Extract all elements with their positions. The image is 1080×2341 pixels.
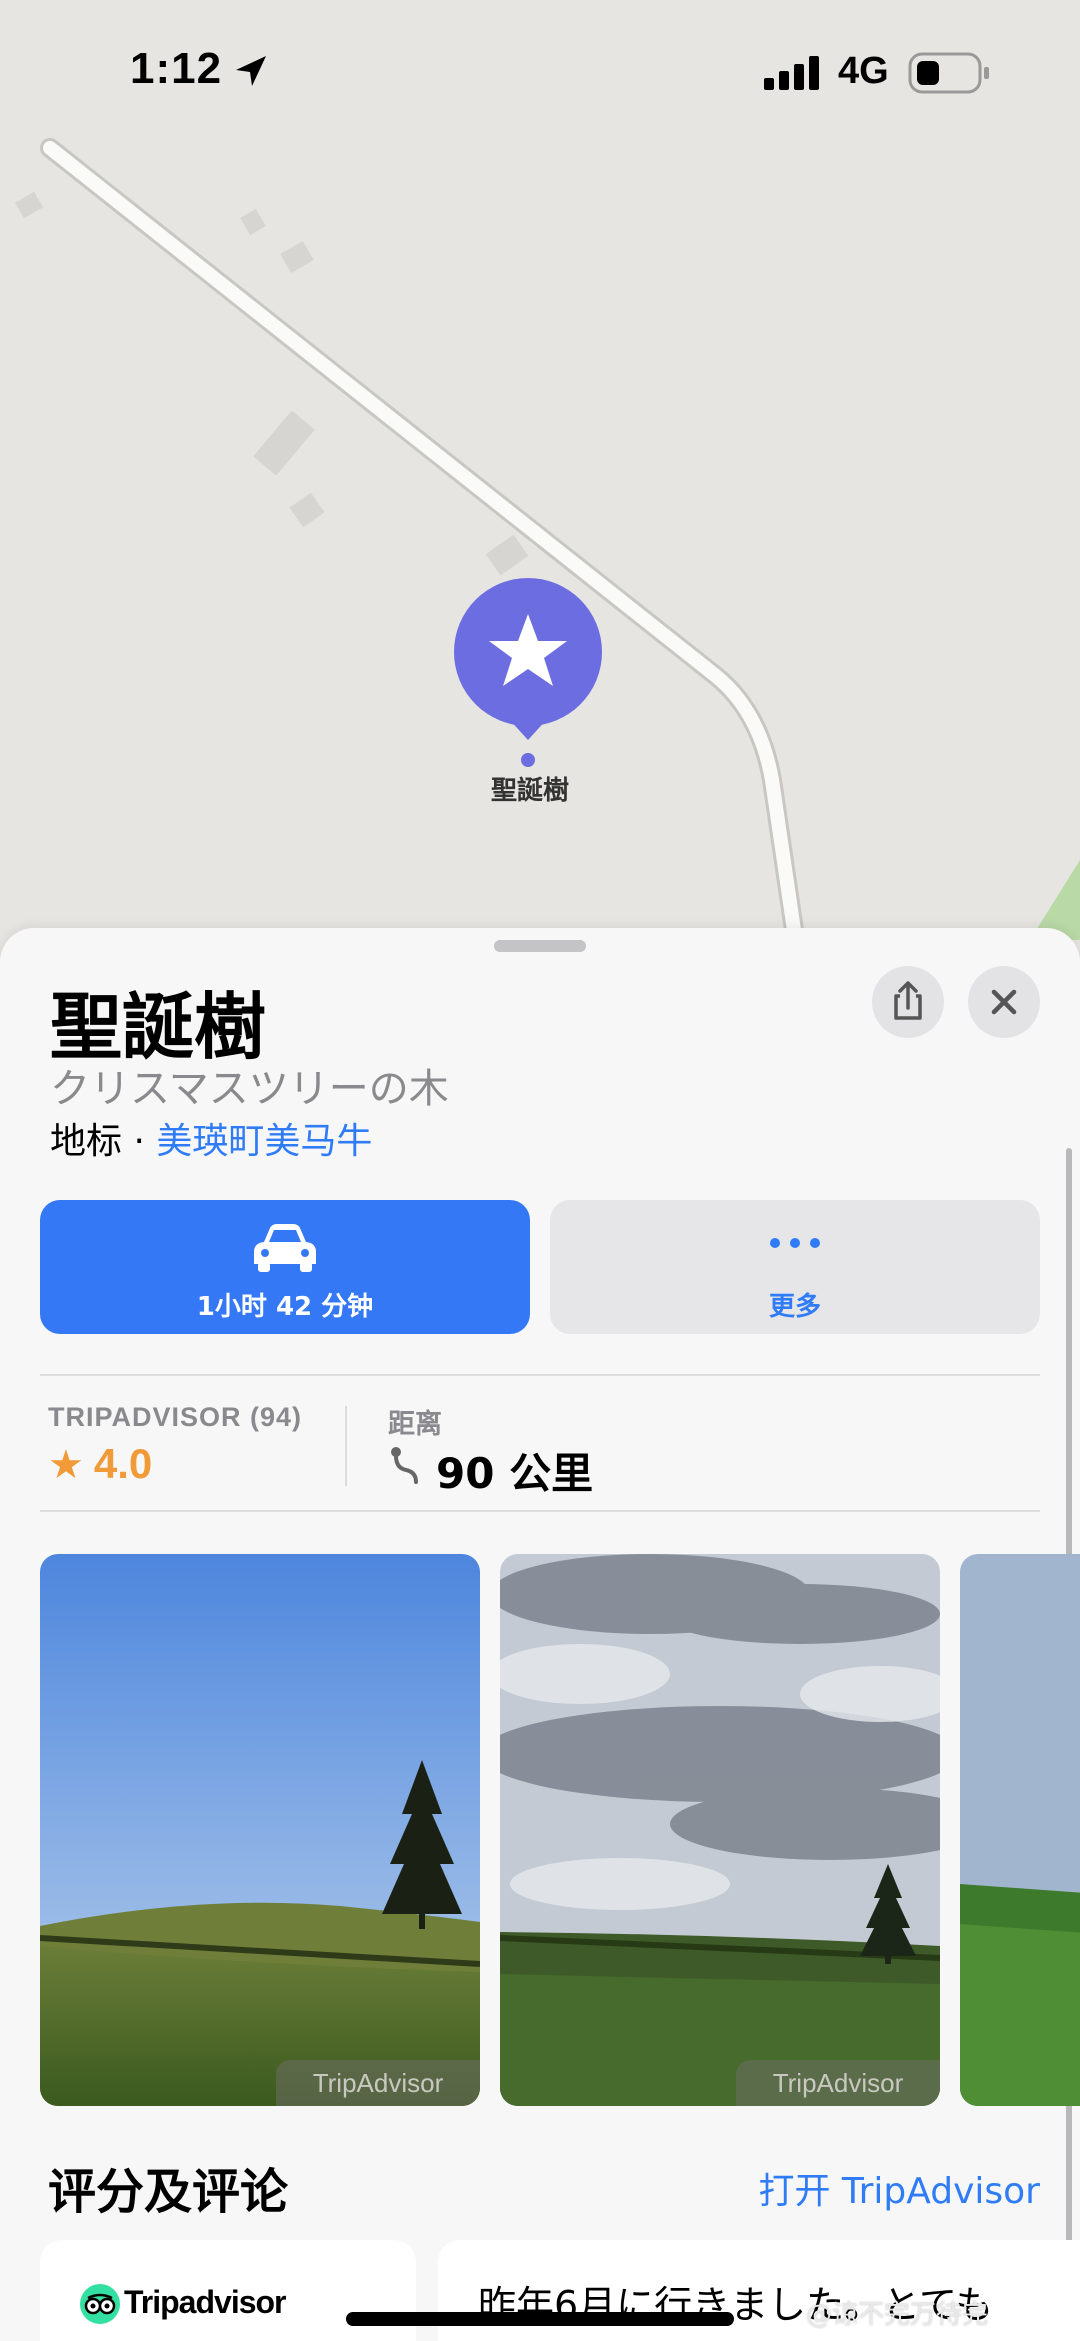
more-button[interactable]: 更多 xyxy=(550,1200,1040,1334)
more-label: 更多 xyxy=(768,1292,821,1322)
home-indicator[interactable] xyxy=(346,2312,734,2326)
share-icon xyxy=(894,981,922,1020)
route-icon xyxy=(391,1447,418,1484)
sheet-grabber[interactable] xyxy=(494,940,586,952)
tripadvisor-wordmark: Tripadvisor xyxy=(124,2284,286,2320)
photo-tree-cloudy-sky xyxy=(500,1554,940,2106)
drive-time-label: 1小时 42 分钟 xyxy=(196,1292,374,1322)
divider xyxy=(40,1510,1040,1512)
car-icon xyxy=(254,1224,316,1272)
cellular-signal-icon xyxy=(764,56,819,90)
place-category: 地标 xyxy=(50,1121,123,1162)
map-pin-label: 聖誕樹 xyxy=(490,776,569,806)
watermark: @谅不完万待完 xyxy=(806,2300,989,2330)
place-locality-link[interactable]: 美瑛町美马牛 xyxy=(156,1121,372,1162)
place-card-sheet[interactable]: 聖誕樹 クリスマスツリーの木 地标 · 美瑛町美马牛 1小时 42 分钟 更多 xyxy=(0,928,1080,2341)
network-type: 4G xyxy=(838,50,889,92)
photo-credit: TripAdvisor xyxy=(276,2060,480,2106)
location-arrow-icon xyxy=(236,56,266,86)
status-bar: 1:12 4G xyxy=(0,0,1080,140)
rating-source: TRIPADVISOR (94) xyxy=(48,1402,303,1432)
star-icon: ★ xyxy=(48,1443,84,1487)
map-canvas xyxy=(14,138,1080,940)
photo-hill-partial xyxy=(960,1554,1080,2106)
distance-value: 90 公里 xyxy=(436,1449,594,1498)
battery-icon xyxy=(908,52,989,94)
photo-3[interactable] xyxy=(960,1554,1080,2106)
close-button[interactable] xyxy=(968,966,1040,1038)
photo-2[interactable]: TripAdvisor xyxy=(500,1554,940,2106)
open-tripadvisor-link[interactable]: 打开 TripAdvisor xyxy=(758,2162,1040,2214)
status-time: 1:12 xyxy=(130,44,223,93)
place-subtitle: クリスマスツリーの木 xyxy=(50,1066,449,1112)
photo-credit: TripAdvisor xyxy=(736,2060,940,2106)
map-view[interactable]: 聖誕樹 xyxy=(0,0,1080,960)
map-pin[interactable] xyxy=(454,578,602,767)
photo-tree-blue-sky xyxy=(40,1554,480,2106)
rating-value[interactable]: ★ 4.0 xyxy=(48,1440,152,1488)
reviews-section-title: 评分及评论 xyxy=(48,2164,289,2220)
more-icon xyxy=(770,1238,820,1248)
distance-label: 距离 xyxy=(388,1409,442,1440)
divider xyxy=(40,1374,1040,1376)
drive-directions-button[interactable]: 1小时 42 分钟 xyxy=(40,1200,530,1334)
close-icon xyxy=(991,989,1017,1015)
meta-separator: · xyxy=(122,1121,157,1162)
share-button[interactable] xyxy=(872,966,944,1038)
place-meta: 地标 · 美瑛町美马牛 xyxy=(50,1112,372,1164)
rating-number: 4.0 xyxy=(93,1440,153,1487)
stats-divider xyxy=(345,1406,347,1486)
photo-1[interactable]: TripAdvisor xyxy=(40,1554,480,2106)
tripadvisor-owl-icon xyxy=(80,2284,120,2324)
